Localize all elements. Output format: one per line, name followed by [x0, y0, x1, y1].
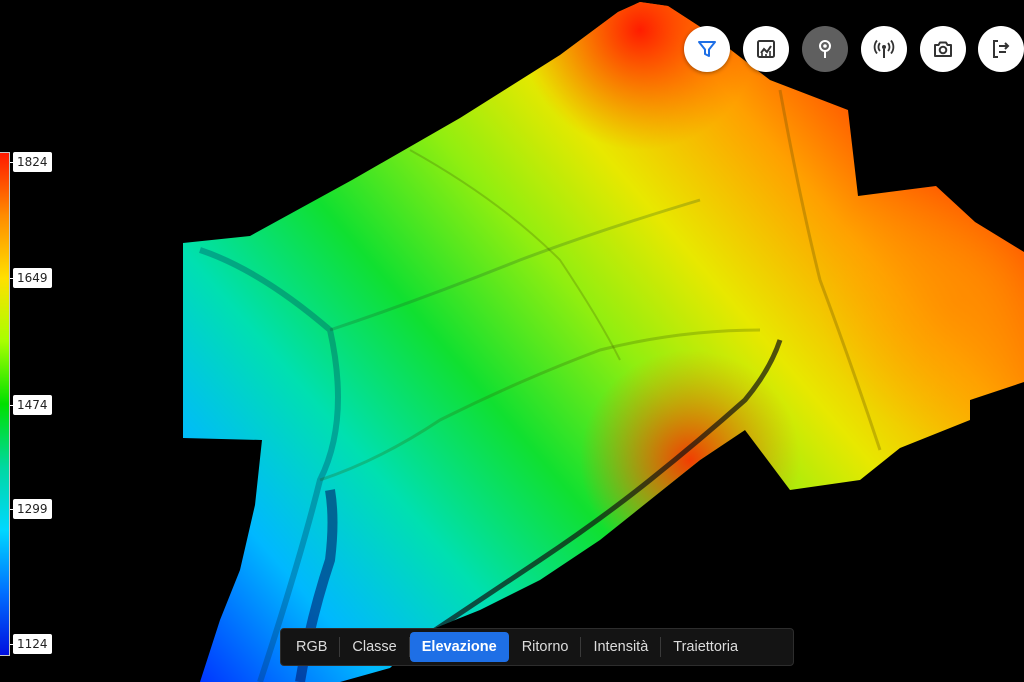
elevation-point-cloud[interactable] — [0, 0, 1024, 682]
camera-icon — [931, 37, 955, 61]
antenna-button[interactable] — [861, 26, 907, 72]
location-pin-icon — [813, 37, 837, 61]
filter-icon — [695, 37, 719, 61]
tab-ritorno[interactable]: Ritorno — [510, 632, 581, 662]
legend-label-4: 1299 — [13, 499, 52, 519]
color-mode-tabs: RGB Classe Elevazione Ritorno Intensità … — [280, 628, 794, 666]
tab-traiettoria[interactable]: Traiettoria — [661, 632, 750, 662]
profile-chart-button[interactable] — [743, 26, 789, 72]
tab-intensita[interactable]: Intensità — [581, 632, 660, 662]
filter-button[interactable] — [684, 26, 730, 72]
legend-label-max: 1824 — [13, 152, 52, 172]
screenshot-button[interactable] — [920, 26, 966, 72]
legend-label-3: 1474 — [13, 395, 52, 415]
point-cloud-viewport[interactable] — [0, 0, 1024, 682]
location-button[interactable] — [802, 26, 848, 72]
exit-button[interactable] — [978, 26, 1024, 72]
elevation-color-scale — [0, 152, 10, 656]
tab-rgb[interactable]: RGB — [284, 632, 339, 662]
chart-icon — [754, 37, 778, 61]
legend-label-min: 1124 — [13, 634, 52, 654]
tab-elevazione[interactable]: Elevazione — [409, 632, 509, 662]
antenna-icon — [872, 37, 896, 61]
exit-icon — [989, 37, 1013, 61]
legend-label-2: 1649 — [13, 268, 52, 288]
tab-classe[interactable]: Classe — [340, 632, 408, 662]
